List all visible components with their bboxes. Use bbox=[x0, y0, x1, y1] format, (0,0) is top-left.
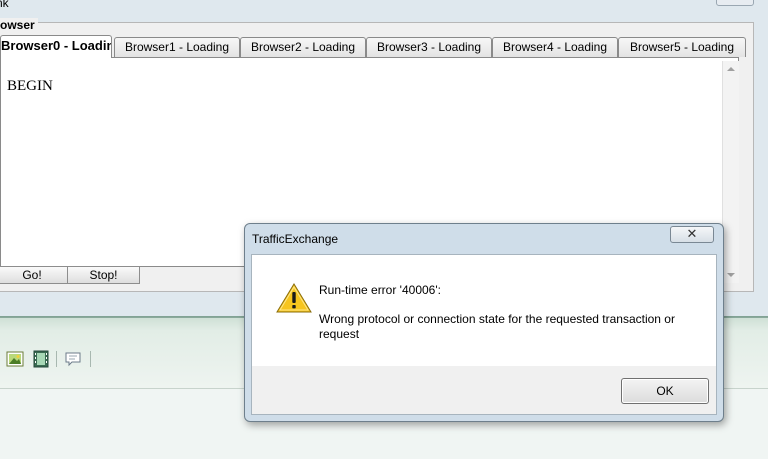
warning-icon bbox=[276, 283, 312, 313]
toolbar-separator bbox=[56, 351, 57, 367]
tab-browser5[interactable]: Browser5 - Loading bbox=[618, 37, 746, 57]
stop-button[interactable]: Stop! bbox=[67, 266, 140, 284]
picture-icon[interactable] bbox=[6, 350, 24, 368]
dialog-close-button[interactable]: ✕ bbox=[670, 226, 714, 243]
error-dialog: TrafficExchange ✕ Run-time error '40006'… bbox=[244, 223, 724, 422]
window-title: nk bbox=[0, 0, 9, 10]
scroll-down-arrow-icon[interactable] bbox=[727, 273, 735, 277]
film-icon[interactable] bbox=[32, 350, 50, 368]
speech-bubble-icon[interactable] bbox=[64, 350, 82, 368]
browser-content-text: BEGIN bbox=[7, 78, 53, 94]
dialog-title: TrafficExchange bbox=[252, 232, 339, 246]
vertical-scrollbar[interactable] bbox=[722, 61, 739, 283]
browser-tabs: Browser0 - Loading Browser1 - Loading Br… bbox=[0, 35, 752, 58]
scroll-up-arrow-icon[interactable] bbox=[727, 67, 735, 71]
tab-browser3[interactable]: Browser3 - Loading bbox=[366, 37, 492, 57]
dialog-body: Run-time error '40006': Wrong protocol o… bbox=[251, 254, 717, 415]
error-title: Run-time error '40006': bbox=[319, 283, 441, 297]
groupbox-label: owser bbox=[0, 18, 38, 32]
go-button[interactable]: Go! bbox=[0, 266, 68, 284]
error-message: Wrong protocol or connection state for t… bbox=[319, 312, 675, 341]
tab-browser1[interactable]: Browser1 - Loading bbox=[114, 37, 240, 57]
toolbar-separator bbox=[90, 351, 91, 367]
tab-browser0[interactable]: Browser0 - Loading bbox=[0, 35, 112, 58]
tab-browser4[interactable]: Browser4 - Loading bbox=[492, 37, 618, 57]
tab-browser2[interactable]: Browser2 - Loading bbox=[240, 37, 366, 57]
ok-button[interactable]: OK bbox=[621, 378, 709, 404]
close-icon: ✕ bbox=[686, 226, 698, 241]
dialog-message-area: Run-time error '40006': Wrong protocol o… bbox=[252, 255, 716, 366]
window-close-button[interactable] bbox=[716, 0, 754, 6]
